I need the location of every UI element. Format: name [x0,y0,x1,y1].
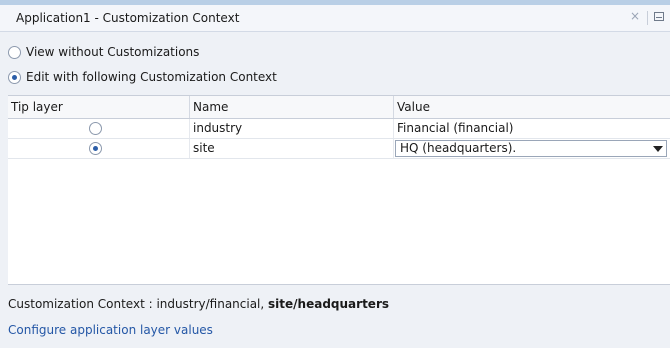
column-header-tip-layer[interactable]: Tip layer [8,96,190,118]
tip-layer-radio-industry[interactable] [89,122,102,135]
panel-titlebar: Application1 - Customization Context × [0,5,670,32]
customization-context-panel: Application1 - Customization Context × V… [0,5,670,348]
tip-layer-radio-site[interactable] [89,142,102,155]
option-view-without-customizations[interactable]: View without Customizations [8,45,199,59]
context-plain-part: industry/financial, [156,297,269,311]
site-value-dropdown[interactable]: HQ (headquarters). [395,140,667,157]
panel-title: Application1 - Customization Context [16,11,240,25]
context-prefix: Customization Context : [8,297,157,311]
configure-application-layer-link[interactable]: Configure application layer values [8,323,213,337]
option-edit-with-context[interactable]: Edit with following Customization Contex… [8,70,277,84]
table-header: Tip layer Name Value [8,96,670,119]
table-row[interactable]: site HQ (headquarters). [8,139,670,159]
customization-context-summary: Customization Context : industry/financi… [8,297,389,311]
context-bold-part: site/headquarters [268,297,389,311]
close-icon[interactable]: × [630,9,640,23]
name-cell: industry [190,119,394,138]
radio-view-without[interactable] [8,45,21,59]
column-header-value[interactable]: Value [394,96,670,118]
radio-edit-with[interactable] [8,70,21,84]
option-label-view-without: View without Customizations [26,45,200,59]
table-row[interactable]: industry Financial (financial) [8,119,670,139]
value-cell: HQ (headquarters). [394,139,670,158]
option-label-edit-with: Edit with following Customization Contex… [26,70,277,84]
chevron-down-icon[interactable] [653,146,663,152]
value-cell[interactable]: Financial (financial) [394,119,670,138]
column-header-name[interactable]: Name [190,96,394,118]
tip-layer-cell [8,119,190,138]
name-cell: site [190,139,394,158]
customization-table: Tip layer Name Value industry Financial … [8,95,670,285]
dropdown-selected-value: HQ (headquarters). [400,141,517,155]
minimize-icon[interactable] [654,12,664,21]
titlebar-divider [647,11,648,25]
tip-layer-cell [8,139,190,158]
